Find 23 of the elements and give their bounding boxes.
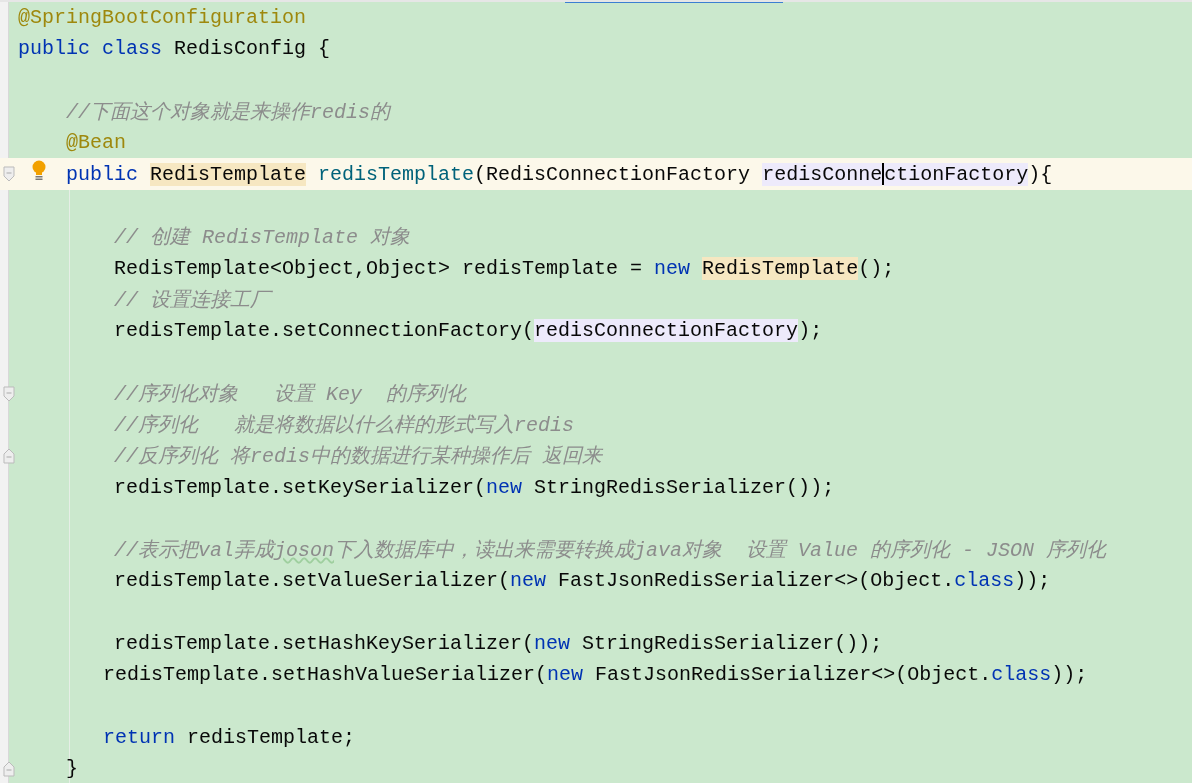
code-line: //表示把val弄成joson 下入数据库中，读出来需要转换成java对象 设置 Value 的序列化 - JSON 序列化	[114, 538, 1107, 564]
fold-icon[interactable]	[3, 166, 15, 183]
code-line: RedisTemplate<Object,Object> redisTemplate = new RedisTemplate();	[114, 256, 895, 280]
code-line: redisTemplate.setKeySerializer(new StringRedisSerializer());	[114, 475, 835, 499]
code-line: //反序列化 将redis中的数据进行某种操作后 返回来	[114, 444, 603, 470]
fold-icon[interactable]	[3, 448, 15, 465]
code-line: @Bean	[66, 131, 126, 155]
code-line: public RedisTemplate redisTemplate(RedisConnectionFactory redisConnectionFactory){	[66, 162, 1053, 186]
fold-icon[interactable]	[3, 385, 15, 402]
code-line: //序列化对象 设置 Key 的序列化	[114, 381, 467, 407]
lightbulb-icon[interactable]	[31, 160, 47, 183]
code-line: redisTemplate.setHashKeySerializer(new StringRedisSerializer());	[114, 632, 883, 656]
code-line: public class RedisConfig {	[18, 37, 331, 61]
code-line: return redisTemplate;	[103, 725, 356, 749]
code-line: //序列化 就是将数据以什么样的形式写入redis	[114, 413, 575, 438]
code-line: // 创建 RedisTemplate 对象	[114, 225, 411, 251]
fold-icon[interactable]	[3, 761, 15, 778]
code-line: redisTemplate.setConnectionFactory(redisConnectionFactory);	[114, 319, 823, 343]
code-line: redisTemplate.setHashValueSerializer(new FastJsonRedisSerializer<>(Object.class));	[103, 663, 1088, 687]
code-line: //下面这个对象就是来操作redis的	[66, 100, 390, 126]
code-line: }	[66, 757, 78, 781]
code-line: @SpringBootConfiguration	[18, 6, 307, 30]
code-line: redisTemplate.setValueSerializer(new FastJsonRedisSerializer<>(Object.class));	[114, 569, 1051, 593]
